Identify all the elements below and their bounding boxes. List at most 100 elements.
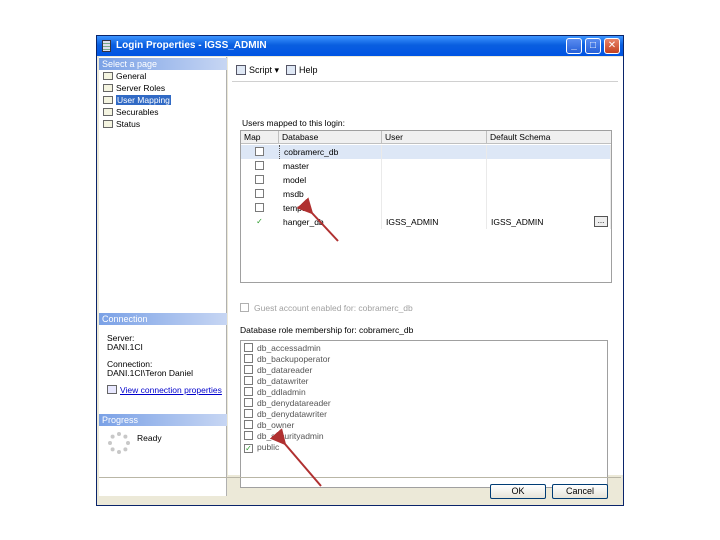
user-mapping-grid: Map Database User Default Schema cobrame… <box>240 130 612 283</box>
role-checkbox[interactable] <box>244 376 253 385</box>
schema-cell[interactable] <box>487 159 611 173</box>
role-checkbox[interactable] <box>244 387 253 396</box>
role-item[interactable]: db_datawriter <box>244 376 309 387</box>
help-label: Help <box>299 65 318 75</box>
schema-cell[interactable] <box>487 187 611 201</box>
login-properties-window: Login Properties - IGSS_ADMIN _ □ ✕ Sele… <box>96 35 624 506</box>
user-cell[interactable] <box>382 159 487 173</box>
page-item-label: User Mapping <box>116 95 171 105</box>
page-item-securables[interactable]: Securables <box>103 107 159 118</box>
select-page-header: Select a page <box>99 58 227 70</box>
role-membership-caption: Database role membership for: cobramerc_… <box>240 325 414 335</box>
users-mapped-caption: Users mapped to this login: <box>242 118 345 128</box>
role-label: db_accessadmin <box>257 343 321 353</box>
role-membership-list: db_accessadmin db_backupoperator db_data… <box>240 340 608 488</box>
view-connection-properties[interactable]: View connection properties <box>107 385 222 395</box>
page-icon <box>103 96 113 104</box>
guest-account-checkbox[interactable]: Guest account enabled for: cobramerc_db <box>240 303 413 315</box>
cancel-button[interactable]: Cancel <box>552 484 608 499</box>
role-item[interactable]: db_ddladmin <box>244 387 306 398</box>
table-row[interactable]: model <box>241 173 611 187</box>
table-row[interactable]: msdb <box>241 187 611 201</box>
script-icon <box>236 65 246 75</box>
role-item[interactable]: db_owner <box>244 420 294 431</box>
left-panel: Select a page General Server Roles User … <box>99 57 227 496</box>
user-cell[interactable] <box>382 201 487 215</box>
server-value: DANI.1CI <box>107 342 143 352</box>
table-row[interactable]: master <box>241 159 611 173</box>
page-item-label: General <box>116 71 147 81</box>
map-checkbox[interactable] <box>255 203 264 212</box>
page-icon <box>103 120 113 128</box>
role-checkbox[interactable] <box>244 431 253 440</box>
page-item-user-mapping[interactable]: User Mapping <box>103 95 171 106</box>
table-row[interactable]: cobramerc_db <box>241 145 611 159</box>
user-cell[interactable] <box>382 145 487 159</box>
checkbox-box[interactable] <box>240 303 249 312</box>
schema-cell[interactable] <box>487 145 611 159</box>
database-cell: cobramerc_db <box>279 145 382 159</box>
column-header-default-schema[interactable]: Default Schema <box>487 131 611 144</box>
role-label: public <box>257 442 280 452</box>
dropdown-arrow-icon[interactable]: ▾ <box>275 65 280 75</box>
role-checkbox-checked[interactable]: ✓ <box>244 444 253 453</box>
page-item-status[interactable]: Status <box>103 119 140 130</box>
user-cell[interactable] <box>382 187 487 201</box>
role-checkbox[interactable] <box>244 420 253 429</box>
role-checkbox[interactable] <box>244 365 253 374</box>
progress-spinner-icon <box>108 432 130 454</box>
role-item[interactable]: db_denydatawriter <box>244 409 327 420</box>
map-checkbox[interactable] <box>255 147 264 156</box>
maximize-button[interactable]: □ <box>585 38 601 54</box>
schema-cell[interactable] <box>487 201 611 215</box>
help-button[interactable]: Help <box>286 63 318 77</box>
connection-header: Connection <box>99 313 227 325</box>
map-checkbox[interactable] <box>255 161 264 170</box>
minimize-button[interactable]: _ <box>566 38 582 54</box>
script-button[interactable]: Script ▾ <box>236 63 279 77</box>
column-header-user[interactable]: User <box>382 131 487 144</box>
page-icon <box>103 84 113 92</box>
column-header-database[interactable]: Database <box>279 131 382 144</box>
role-checkbox[interactable] <box>244 398 253 407</box>
role-item[interactable]: ✓ public <box>244 442 279 453</box>
user-cell[interactable]: IGSS_ADMIN <box>382 215 487 229</box>
page-item-server-roles[interactable]: Server Roles <box>103 83 165 94</box>
map-checkbox[interactable] <box>255 175 264 184</box>
help-icon <box>286 65 296 75</box>
role-checkbox[interactable] <box>244 343 253 352</box>
right-panel: Script ▾ Help Users mapped to this login… <box>228 57 623 488</box>
title-bar[interactable]: Login Properties - IGSS_ADMIN _ □ ✕ <box>97 36 623 56</box>
table-row[interactable]: tempdb <box>241 201 611 215</box>
role-item[interactable]: db_backupoperator <box>244 354 330 365</box>
column-header-map[interactable]: Map <box>241 131 279 144</box>
browse-schema-button[interactable]: ... <box>594 216 608 227</box>
role-checkbox[interactable] <box>244 354 253 363</box>
role-label: db_ddladmin <box>257 387 306 397</box>
map-checkbox-checked[interactable]: ✓ <box>255 217 264 226</box>
role-label: db_datareader <box>257 365 313 375</box>
role-checkbox[interactable] <box>244 409 253 418</box>
database-cell: master <box>279 159 382 173</box>
page-item-general[interactable]: General <box>103 71 146 82</box>
user-cell[interactable] <box>382 173 487 187</box>
window-title: Login Properties - IGSS_ADMIN <box>116 40 267 51</box>
progress-header: Progress <box>99 414 227 426</box>
schema-cell[interactable] <box>487 173 611 187</box>
grid-header: Map Database User Default Schema <box>241 131 611 144</box>
page-icon <box>103 72 113 80</box>
ok-button[interactable]: OK <box>490 484 546 499</box>
page-item-label: Server Roles <box>116 83 166 93</box>
role-item[interactable]: db_denydatareader <box>244 398 331 409</box>
role-item[interactable]: db_datareader <box>244 365 312 376</box>
schema-cell[interactable]: IGSS_ADMIN <box>487 215 611 229</box>
role-item[interactable]: db_securityadmin <box>244 431 324 442</box>
database-cell: msdb <box>279 187 382 201</box>
close-button[interactable]: ✕ <box>604 38 620 54</box>
progress-status: Ready <box>137 433 162 443</box>
view-connection-link[interactable]: View connection properties <box>120 385 222 395</box>
role-item[interactable]: db_accessadmin <box>244 343 321 354</box>
role-label: db_denydatawriter <box>257 409 327 419</box>
table-row[interactable]: ✓ hanger_db IGSS_ADMIN IGSS_ADMIN ... <box>241 215 611 229</box>
map-checkbox[interactable] <box>255 189 264 198</box>
